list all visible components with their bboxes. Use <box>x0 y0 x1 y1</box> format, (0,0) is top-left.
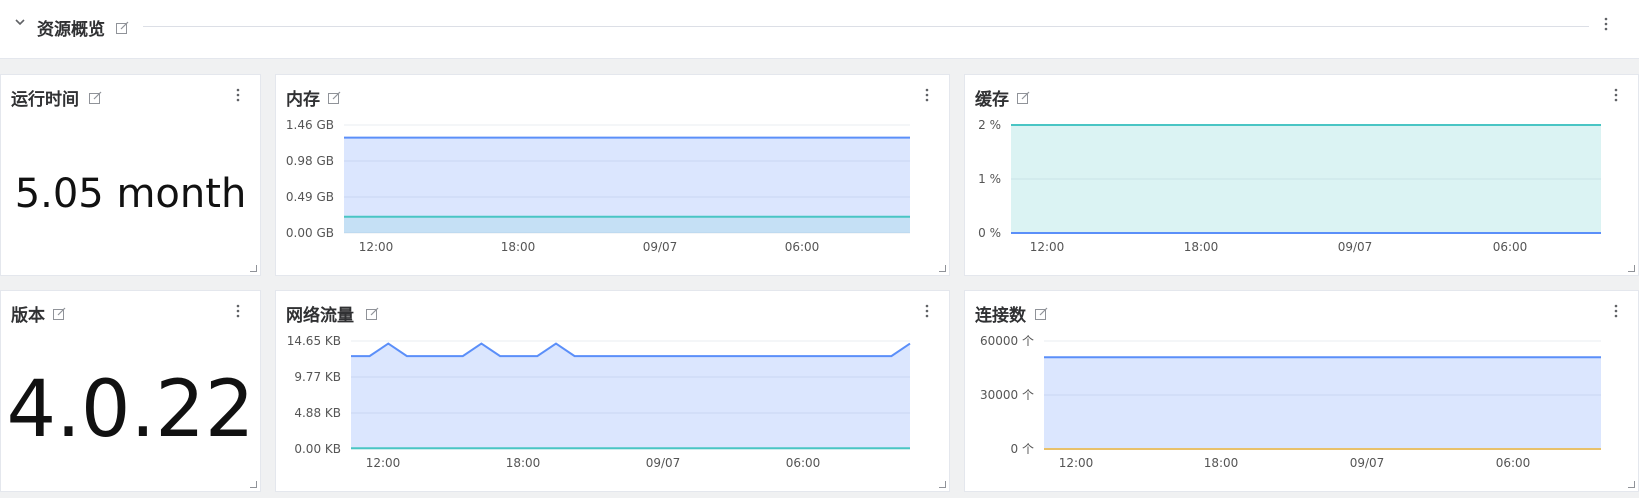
version-value: 4.0.22 <box>6 365 255 455</box>
y-tick-label: 1 % <box>978 172 1001 186</box>
x-tick-label: 18:00 <box>506 456 541 470</box>
x-tick-label: 18:00 <box>1204 456 1239 470</box>
y-tick-label: 2 % <box>978 118 1001 132</box>
y-tick-label: 0.00 GB <box>286 226 334 240</box>
panel-title[interactable]: 运行时间 <box>11 85 79 110</box>
x-tick-label: 06:00 <box>1496 456 1531 470</box>
version-panel: 版本 4.0.22 <box>0 290 261 492</box>
more-vertical-icon[interactable] <box>236 87 240 107</box>
y-tick-label: 0.49 GB <box>286 190 334 204</box>
memory-panel: 内存 1.46 GB 0.98 GB 0.49 GB 0.00 GB 12:00 18:0… <box>275 74 950 276</box>
resize-handle[interactable] <box>250 481 257 488</box>
resize-handle[interactable] <box>939 265 946 272</box>
x-tick-label: 09/07 <box>1350 456 1385 470</box>
x-tick-label: 06:00 <box>786 456 821 470</box>
panel-title[interactable]: 版本 <box>11 301 45 326</box>
network-chart: 14.65 KB 9.77 KB 4.88 KB 0.00 KB 12:00 18:00 0… <box>287 334 911 470</box>
y-tick-label: 14.65 KB <box>287 334 341 348</box>
y-tick-label: 1.46 GB <box>286 118 334 132</box>
x-tick-label: 06:00 <box>785 240 820 254</box>
resize-handle[interactable] <box>1628 481 1635 488</box>
connections-panel: 连接数 60000 个 30000 个0 个 12:00 18:00 09/07 06:0… <box>964 290 1639 492</box>
more-vertical-icon[interactable] <box>1604 16 1608 36</box>
x-tick-label: 12:00 <box>359 240 394 254</box>
y-tick-label: 0.00 KB <box>294 442 341 456</box>
uptime-value: 5.05 month <box>14 171 247 217</box>
x-tick-label: 12:00 <box>366 456 401 470</box>
resize-handle[interactable] <box>250 265 257 272</box>
x-tick-label: 18:00 <box>501 240 536 254</box>
x-tick-label: 09/07 <box>646 456 681 470</box>
y-tick-label: 0 个 <box>1011 442 1034 456</box>
y-tick-label: 30000 个 <box>980 388 1034 402</box>
edit-icon[interactable] <box>53 305 66 324</box>
uptime-panel: 运行时间 5.05 month <box>0 74 261 276</box>
more-vertical-icon[interactable] <box>236 303 240 323</box>
y-tick-label: 0.98 GB <box>286 154 334 168</box>
connections-chart: 60000 个 30000 个 0 个 12:00 18:00 09/07 06:00 <box>980 334 1601 470</box>
network-panel: 网络流量 14.65 KB 9.77 KB 4.88 KB 0.00 KB 12:00 1… <box>275 290 950 492</box>
x-tick-label: 12:00 <box>1030 240 1065 254</box>
series-area <box>344 216 910 233</box>
x-tick-label: 06:00 <box>1493 240 1528 254</box>
x-tick-label: 12:00 <box>1059 456 1094 470</box>
row-divider <box>143 26 1589 27</box>
resize-handle[interactable] <box>939 481 946 488</box>
x-tick-label: 09/07 <box>1338 240 1373 254</box>
chevron-down-icon[interactable] <box>12 16 28 32</box>
y-tick-label: 0 % <box>978 226 1001 240</box>
edit-icon[interactable] <box>89 89 102 108</box>
resize-handle[interactable] <box>1628 265 1635 272</box>
series-area <box>1044 357 1601 449</box>
series-line <box>351 342 911 358</box>
series-area <box>351 343 910 449</box>
x-tick-label: 09/07 <box>643 240 678 254</box>
cache-panel: 缓存 2 % 1 % 0 % 12:00 18:00 09/07 06:00 <box>964 74 1639 276</box>
memory-chart: 1.46 GB 0.98 GB 0.49 GB 0.00 GB 12:00 18:00 09… <box>286 118 910 254</box>
y-tick-label: 9.77 KB <box>294 370 341 384</box>
row-header: 资源概览 <box>0 0 1639 59</box>
y-tick-label: 4.88 KB <box>294 406 341 420</box>
x-tick-label: 18:00 <box>1184 240 1219 254</box>
row-title[interactable]: 资源概览 <box>37 15 105 40</box>
edit-icon[interactable] <box>116 19 129 38</box>
series-area <box>1011 125 1601 233</box>
cache-chart: 2 % 1 % 0 % 12:00 18:00 09/07 06:00 <box>978 118 1601 254</box>
y-tick-label: 60000 个 <box>980 334 1034 348</box>
